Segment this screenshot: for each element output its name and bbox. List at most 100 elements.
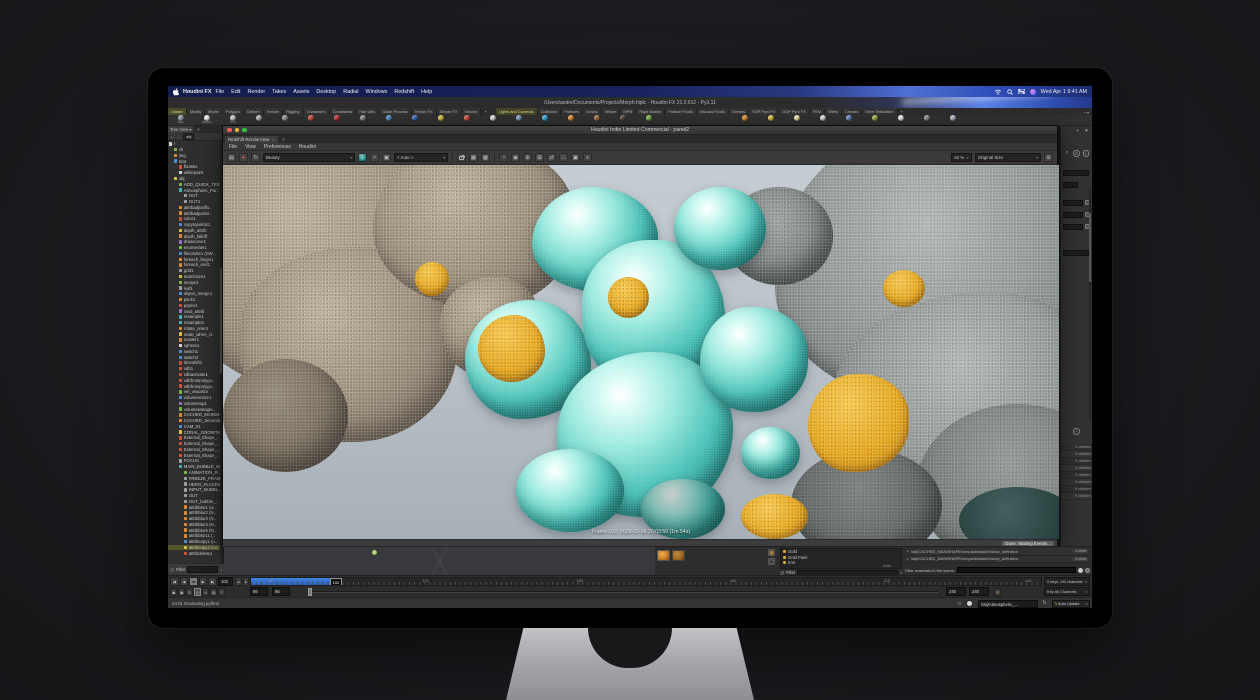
back-icon[interactable]: ←	[170, 134, 175, 139]
shelf-tab[interactable]: Characters	[304, 108, 330, 115]
shelf-tab[interactable]: Particle Fluids	[665, 108, 696, 115]
external-link-icon[interactable]: ↗	[1063, 150, 1070, 157]
crop-icon[interactable]: ⊠	[535, 153, 544, 162]
shelf-tool-button[interactable]	[246, 115, 272, 125]
tab-tree-view[interactable]: Tree View ▾	[168, 126, 193, 133]
clear-region-icon[interactable]: ×	[370, 153, 379, 162]
snapshot-icon[interactable]: ▣	[382, 153, 391, 162]
aov-select[interactable]: Beauty▾	[263, 153, 355, 162]
shelf-tab[interactable]: Drive Simulation	[862, 108, 897, 115]
active-app-name[interactable]: Houdini FX	[183, 89, 211, 95]
pane-menu-caret-icon[interactable]: ▾	[1083, 128, 1090, 135]
shelf-tool-button[interactable]	[454, 115, 480, 125]
shelf-tool-button[interactable]	[940, 115, 966, 125]
zoom-window-button[interactable]	[242, 128, 247, 133]
help-icon[interactable]: ?	[1073, 428, 1080, 435]
restart-render-icon[interactable]: ↻	[251, 153, 260, 162]
menu-item[interactable]: Windows	[365, 89, 387, 95]
menu-item[interactable]: Assets	[293, 89, 309, 95]
material-path-row[interactable]: ▸ /obj/CACHED_MAINSHAPE/vexpackshade1/sh…	[905, 548, 1090, 556]
children-count-row[interactable]: 0 children	[1061, 493, 1092, 500]
gear-icon[interactable]: ⊛	[1044, 153, 1053, 162]
step-forward-button[interactable]: ▸	[243, 577, 250, 586]
auto-update-dropdown[interactable]: ϟ Auto Update ▾	[1052, 600, 1090, 608]
shelf-tab[interactable]: Oceans	[729, 108, 749, 115]
minimize-window-button[interactable]	[235, 128, 240, 133]
forward-icon[interactable]: →	[177, 134, 182, 139]
filter-checkbox[interactable]: ✓	[170, 568, 174, 572]
shelf-tab[interactable]: Deform	[244, 108, 264, 115]
jump-start-button[interactable]: |◀	[170, 577, 179, 586]
filter-dropdown-caret[interactable]: ▾	[220, 568, 222, 572]
range-start-field[interactable]: 86	[250, 587, 268, 596]
network-editor-strip[interactable]	[224, 546, 655, 575]
menu-item[interactable]: Render	[247, 89, 265, 95]
shelf-tab[interactable]: Crowds	[842, 108, 862, 115]
shelf-tool-button[interactable]	[636, 115, 662, 125]
add-shelf-tab-button[interactable]: +	[481, 108, 489, 115]
current-node-path-field[interactable]: /obj/Atmospheric_...	[978, 600, 1038, 608]
shelf-tab[interactable]: Particles	[561, 108, 583, 115]
material-thumbnail[interactable]	[657, 550, 670, 561]
apple-logo-icon[interactable]	[173, 88, 179, 96]
shelf-tab[interactable]: Guide Process	[379, 108, 412, 115]
expand-icon[interactable]: ▸	[907, 549, 909, 553]
audio-toggle-icon[interactable]: ◉	[178, 588, 185, 596]
children-count-row[interactable]: 0 children	[1061, 458, 1092, 465]
shelf-tab[interactable]: Wires	[825, 108, 842, 115]
shelf-tool-button[interactable]	[272, 115, 298, 125]
tree-filter-input[interactable]	[187, 566, 218, 573]
shelf-tab[interactable]: Model	[205, 108, 223, 115]
loop-toggle-icon[interactable]: ↻	[186, 588, 193, 596]
shelf-tab[interactable]: Simple FX	[437, 108, 462, 115]
palette-grid-icon[interactable]: ▦	[768, 549, 775, 556]
menu-item[interactable]: File	[229, 144, 237, 150]
sync-icon[interactable]: ↻	[1041, 600, 1048, 607]
range-slider-handle[interactable]	[308, 588, 312, 596]
dopnet-toggle-icon[interactable]: ∿	[202, 588, 209, 596]
shelf-tool-button[interactable]	[810, 115, 836, 125]
expand-icon[interactable]: ▸	[907, 557, 909, 561]
shelf-tool-button[interactable]	[862, 115, 888, 125]
autokey-toggle-icon[interactable]: ◎	[194, 588, 201, 596]
shelf-tab[interactable]: Texture	[264, 108, 284, 115]
range-lock-icon[interactable]: ≡	[218, 588, 225, 596]
filter-checkbox[interactable]: ✓	[780, 571, 784, 575]
range-start-sub-field[interactable]: 86	[272, 587, 290, 596]
menu-bar-clock[interactable]: Wed Apr 1 9:41 AM	[1041, 89, 1087, 95]
children-count-row[interactable]: 0 children	[1061, 472, 1092, 479]
bucket-render-icon[interactable]: ◉	[511, 153, 520, 162]
copy-icon[interactable]: ▣	[571, 153, 580, 162]
param-field[interactable]	[1063, 170, 1089, 176]
shelf-tool-button[interactable]	[532, 115, 558, 125]
shelf-tool-button[interactable]: Sphere	[194, 115, 220, 125]
shelf-tool-button[interactable]	[428, 115, 454, 125]
range-end-sub-field[interactable]: 240	[969, 587, 989, 596]
tab-redshift-renderview[interactable]: Redshift RenderView×	[225, 136, 278, 143]
houdini-title-bar[interactable]: /Users/andre/Documents/Projects/Morph.hi…	[168, 97, 1092, 108]
shelf-tab[interactable]: SOP Pyro FX	[749, 108, 779, 115]
keys-info-dropdown[interactable]: 0 keys, 0/0 channels▾	[1044, 577, 1090, 586]
fit-view-icon[interactable]: □	[559, 153, 568, 162]
step-back-button[interactable]: ◂	[235, 577, 242, 586]
shelf-tab[interactable]: Vellum	[602, 108, 621, 115]
children-count-row[interactable]: 0 children	[1061, 479, 1092, 486]
magnifier-icon[interactable]: ⊙	[1073, 150, 1080, 157]
range-end-field[interactable]: 240	[946, 587, 966, 596]
range-slider[interactable]	[308, 591, 938, 593]
shelf-tool-button[interactable]	[758, 115, 784, 125]
focus-picker-icon[interactable]: ⊕	[523, 153, 532, 162]
play-button[interactable]: ▶	[199, 577, 208, 586]
shelf-tab[interactable]: FEM	[810, 108, 825, 115]
shelf-tool-button[interactable]	[480, 115, 506, 125]
shelf-tab[interactable]: Polygon	[223, 108, 244, 115]
menu-item[interactable]: Takes	[272, 89, 286, 95]
param-field[interactable]	[1063, 200, 1083, 206]
material-thumbnail[interactable]	[672, 550, 685, 561]
lock-icon[interactable]	[457, 153, 466, 162]
timeline-ruler[interactable]: 90120150180210240 102	[250, 577, 1042, 586]
realtime-toggle-icon[interactable]: ◆	[170, 588, 177, 596]
shelf-tool-button[interactable]	[506, 115, 532, 125]
children-count-row[interactable]: 0 children	[1061, 451, 1092, 458]
shelf-tab[interactable]: Modify	[187, 108, 205, 115]
